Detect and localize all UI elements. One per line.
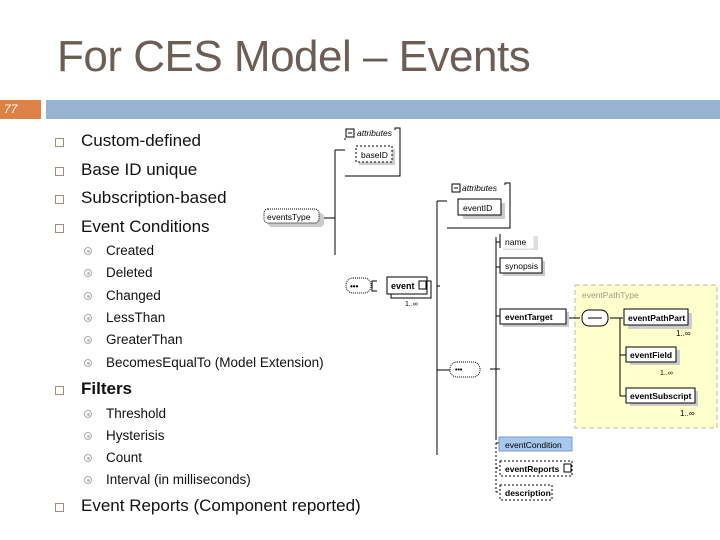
- event-field-cardinality: 1..∞: [660, 370, 673, 377]
- event-target-label: eventTarget: [505, 312, 553, 322]
- event-cardinality: 1..∞: [405, 301, 418, 308]
- event-label: event: [391, 281, 415, 291]
- description-label: description: [505, 488, 551, 498]
- attributes-label: attributes: [357, 128, 393, 138]
- expand-icon[interactable]: [563, 463, 572, 473]
- event-subscript-cardinality: 1..∞: [680, 409, 695, 418]
- choice-glyph: •••: [455, 367, 463, 374]
- base-id-label: baseID: [361, 150, 388, 160]
- sequence-glyph: •••: [350, 282, 359, 291]
- events-type-label: eventsType: [267, 212, 311, 222]
- xml-schema-diagram: eventPathType attributes baseID eventsTy…: [263, 127, 718, 501]
- name-label: name: [505, 237, 527, 247]
- synopsis-label: synopsis: [505, 261, 538, 271]
- event-path-part-label: eventPathPart: [628, 313, 685, 323]
- event-field-label: eventField: [630, 350, 672, 360]
- event-attributes-label: attributes: [462, 183, 498, 193]
- event-path-type-label: eventPathType: [582, 290, 639, 300]
- event-subscript-label: eventSubscript: [630, 391, 692, 401]
- event-path-part-cardinality: 1..∞: [676, 329, 691, 338]
- event-reports-label: eventReports: [505, 464, 560, 474]
- event-condition-label: eventCondition: [505, 440, 562, 450]
- expand-icon[interactable]: [418, 280, 427, 290]
- event-id-label: eventID: [463, 203, 492, 213]
